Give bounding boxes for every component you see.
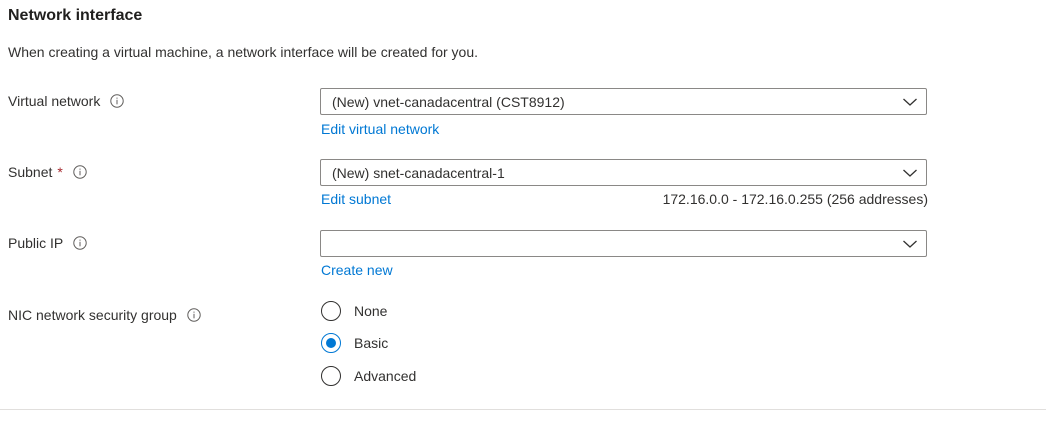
- radio-button-basic[interactable]: [321, 333, 341, 353]
- virtual-network-label: Virtual network: [8, 93, 101, 109]
- radio-button-advanced[interactable]: [321, 366, 341, 386]
- nsg-label-row: NIC network security group: [8, 307, 201, 323]
- subnet-dropdown[interactable]: (New) snet-canadacentral-1: [320, 159, 927, 186]
- public-ip-label: Public IP: [8, 235, 64, 251]
- info-icon[interactable]: [73, 236, 87, 250]
- edit-subnet-link[interactable]: Edit subnet: [321, 191, 391, 207]
- chevron-down-icon: [903, 169, 917, 177]
- subnet-address-range: 172.16.0.0 - 172.16.0.255 (256 addresses…: [662, 191, 928, 207]
- required-asterisk: *: [57, 164, 63, 180]
- info-icon[interactable]: [110, 94, 125, 108]
- virtual-network-dropdown[interactable]: (New) vnet-canadacentral (CST8912): [320, 88, 927, 115]
- network-interface-page: Network interface When creating a virtua…: [0, 0, 1046, 433]
- nsg-option-advanced[interactable]: Advanced: [321, 366, 416, 386]
- info-icon[interactable]: [187, 308, 201, 322]
- subnet-label-row: Subnet *: [8, 164, 87, 180]
- section-description: When creating a virtual machine, a netwo…: [8, 44, 479, 60]
- info-icon[interactable]: [73, 165, 87, 179]
- subnet-value: (New) snet-canadacentral-1: [332, 165, 505, 181]
- nsg-option-none[interactable]: None: [321, 301, 387, 321]
- chevron-down-icon: [903, 240, 917, 248]
- subnet-label: Subnet: [8, 164, 53, 180]
- public-ip-dropdown[interactable]: [320, 230, 927, 257]
- virtual-network-label-row: Virtual network: [8, 93, 125, 109]
- edit-virtual-network-link[interactable]: Edit virtual network: [321, 121, 439, 137]
- virtual-network-value: (New) vnet-canadacentral (CST8912): [332, 94, 565, 110]
- section-divider: [0, 409, 1046, 410]
- chevron-down-icon: [903, 98, 917, 106]
- create-new-public-ip-link[interactable]: Create new: [321, 262, 393, 278]
- nsg-option-label: None: [354, 303, 388, 319]
- section-title: Network interface: [8, 7, 143, 24]
- public-ip-label-row: Public IP: [8, 235, 87, 251]
- nsg-option-basic[interactable]: Basic: [321, 333, 388, 353]
- radio-button-none[interactable]: [321, 301, 341, 321]
- nsg-option-label: Basic: [354, 335, 389, 351]
- nsg-option-label: Advanced: [354, 368, 417, 384]
- nsg-label: NIC network security group: [8, 307, 177, 323]
